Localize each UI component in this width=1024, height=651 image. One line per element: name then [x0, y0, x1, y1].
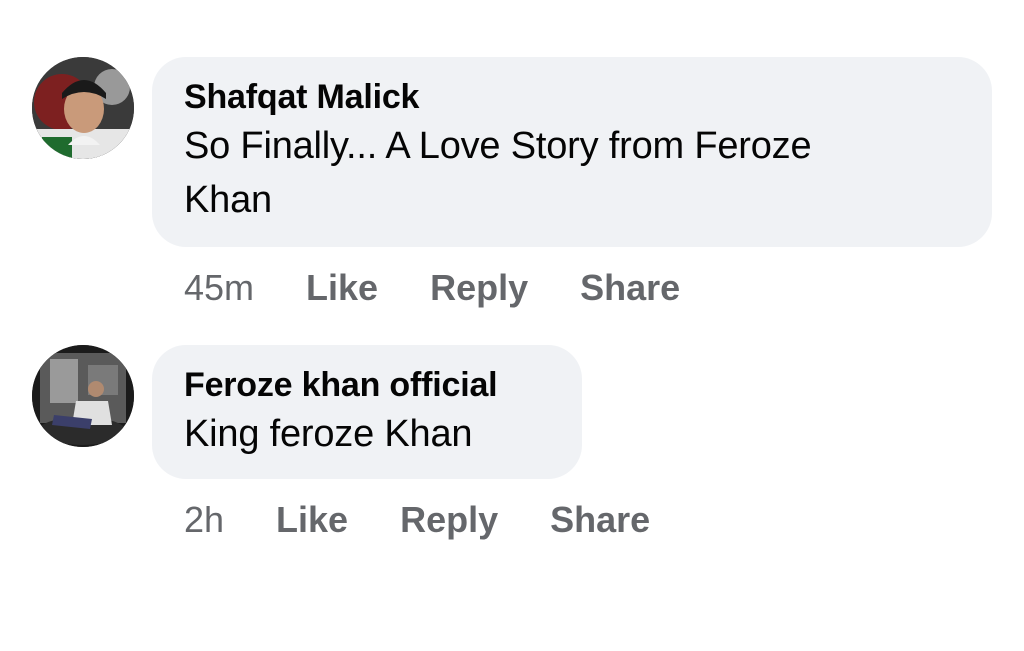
comment-bubble: Feroze khan official King feroze Khan: [152, 345, 582, 479]
comment-author[interactable]: Feroze khan official: [184, 363, 550, 407]
comment-text-line-1: So Finally... A Love Story from Feroze: [184, 125, 812, 167]
comment-actions: 2h Like Reply Share: [184, 498, 702, 542]
comment-author[interactable]: Shafqat Malick: [184, 75, 960, 119]
comment-timestamp[interactable]: 2h: [184, 498, 224, 542]
avatar[interactable]: [32, 57, 134, 159]
avatar[interactable]: [32, 345, 134, 447]
profile-photo-icon: [32, 345, 134, 447]
like-button[interactable]: Like: [306, 266, 378, 310]
comment-text-line-1: King feroze Khan: [184, 413, 473, 455]
reply-button[interactable]: Reply: [400, 498, 498, 542]
comment-bubble: Shafqat Malick So Finally... A Love Stor…: [152, 57, 992, 247]
share-button[interactable]: Share: [550, 498, 650, 542]
share-button[interactable]: Share: [580, 266, 680, 310]
comment-text-line-2: Khan: [184, 179, 272, 221]
profile-photo-icon: [32, 57, 134, 159]
comment-timestamp[interactable]: 45m: [184, 266, 254, 310]
comment-actions: 45m Like Reply Share: [184, 266, 732, 310]
like-button[interactable]: Like: [276, 498, 348, 542]
reply-button[interactable]: Reply: [430, 266, 528, 310]
